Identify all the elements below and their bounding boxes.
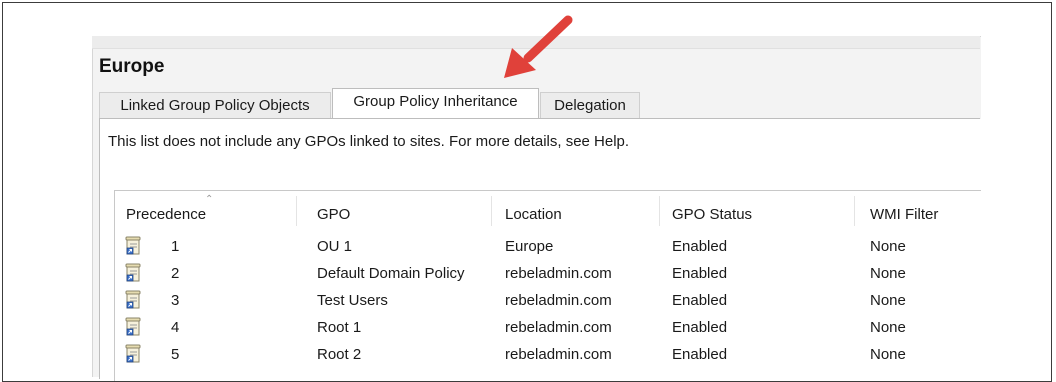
tab-delegation[interactable]: Delegation <box>540 92 640 118</box>
status-cell: Enabled <box>672 265 728 282</box>
gpo-scroll-icon <box>125 263 141 282</box>
column-header-gpo-status[interactable]: GPO Status <box>672 206 752 223</box>
gpo-scroll-icon <box>125 236 141 255</box>
column-header-wmi-filter[interactable]: WMI Filter <box>870 206 938 223</box>
sort-caret-up-icon: ⌃ <box>205 194 214 205</box>
gpo-cell: OU 1 <box>317 238 353 255</box>
container-title: Europe <box>99 56 165 77</box>
location-cell: rebeladmin.com <box>505 319 612 336</box>
tab-label: Delegation <box>554 97 626 114</box>
tab-group-policy-inheritance[interactable]: Group Policy Inheritance <box>332 88 539 119</box>
tab-linked-gpos[interactable]: Linked Group Policy Objects <box>99 92 331 118</box>
precedence-cell: 5 <box>171 346 180 363</box>
gpo-cell: Default Domain Policy <box>317 265 465 282</box>
gpo-scroll-icon <box>125 290 141 309</box>
column-divider[interactable] <box>491 196 492 226</box>
location-cell: Europe <box>505 238 554 255</box>
wmi-filter-cell: None <box>870 292 906 309</box>
table-row[interactable]: 3 Test Users rebeladmin.com Enabled None <box>114 288 980 315</box>
location-cell: rebeladmin.com <box>505 346 612 363</box>
column-divider[interactable] <box>659 196 660 226</box>
gpo-cell: Root 2 <box>317 346 362 363</box>
precedence-cell: 3 <box>171 292 180 309</box>
wmi-filter-cell: None <box>870 346 906 363</box>
gpo-scroll-icon <box>125 344 141 363</box>
table-header: Precedence GPO Location GPO Status WMI F… <box>114 190 980 232</box>
status-cell: Enabled <box>672 238 728 255</box>
wmi-filter-cell: None <box>870 319 906 336</box>
column-header-gpo[interactable]: GPO <box>317 206 350 223</box>
table-row[interactable]: 4 Root 1 rebeladmin.com Enabled None <box>114 315 980 342</box>
table-row[interactable]: 5 Root 2 rebeladmin.com Enabled None <box>114 342 980 369</box>
column-divider[interactable] <box>296 196 297 226</box>
info-text: This list does not include any GPOs link… <box>108 133 630 150</box>
column-header-precedence[interactable]: Precedence <box>126 206 206 223</box>
table-row[interactable]: 1 OU 1 Europe Enabled None <box>114 234 980 261</box>
tab-label: Linked Group Policy Objects <box>120 97 310 114</box>
gpo-cell: Root 1 <box>317 319 362 336</box>
status-cell: Enabled <box>672 346 728 363</box>
gpo-cell: Test Users <box>317 292 388 309</box>
status-cell: Enabled <box>672 319 728 336</box>
location-cell: rebeladmin.com <box>505 292 612 309</box>
status-cell: Enabled <box>672 292 728 309</box>
wmi-filter-cell: None <box>870 238 906 255</box>
table-row[interactable]: 2 Default Domain Policy rebeladmin.com E… <box>114 261 980 288</box>
column-header-location[interactable]: Location <box>505 206 562 223</box>
location-cell: rebeladmin.com <box>505 265 612 282</box>
tab-label: Group Policy Inheritance <box>353 93 518 110</box>
red-arrow-icon <box>504 15 573 78</box>
precedence-cell: 2 <box>171 265 180 282</box>
precedence-cell: 1 <box>171 238 180 255</box>
precedence-cell: 4 <box>171 319 180 336</box>
column-divider[interactable] <box>854 196 855 226</box>
gpo-scroll-icon <box>125 317 141 336</box>
wmi-filter-cell: None <box>870 265 906 282</box>
